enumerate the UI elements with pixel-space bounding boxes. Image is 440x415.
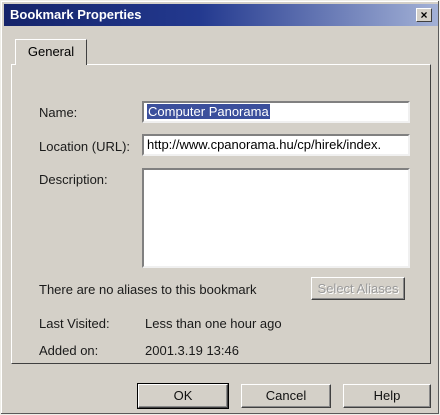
added-on-value: 2001.3.19 13:46 bbox=[145, 343, 239, 358]
title-bar[interactable]: Bookmark Properties × bbox=[4, 4, 438, 26]
window-title: Bookmark Properties bbox=[10, 7, 142, 22]
close-icon[interactable]: × bbox=[416, 8, 432, 22]
select-aliases-button[interactable]: Select Aliases bbox=[311, 277, 405, 300]
location-field[interactable]: http://www.cpanorama.hu/cp/hirek/index. bbox=[142, 134, 410, 156]
bookmark-properties-dialog: Bookmark Properties × General Name: Comp… bbox=[0, 0, 440, 415]
help-button[interactable]: Help bbox=[343, 384, 431, 408]
tab-general[interactable]: General bbox=[15, 39, 87, 65]
added-on-label: Added on: bbox=[39, 343, 99, 358]
tab-general-label: General bbox=[27, 44, 75, 59]
last-visited-value: Less than one hour ago bbox=[145, 316, 282, 331]
name-label: Name: bbox=[39, 105, 78, 120]
description-field[interactable] bbox=[142, 168, 410, 268]
name-field[interactable]: Computer Panorama bbox=[142, 101, 410, 123]
location-value: http://www.cpanorama.hu/cp/hirek/index. bbox=[147, 137, 382, 152]
last-visited-label: Last Visited: bbox=[39, 316, 110, 331]
name-value: Computer Panorama bbox=[147, 104, 270, 119]
cancel-button[interactable]: Cancel bbox=[241, 384, 331, 408]
aliases-text: There are no aliases to this bookmark bbox=[39, 282, 257, 297]
location-label: Location (URL): bbox=[39, 139, 131, 154]
description-label: Description: bbox=[39, 172, 108, 187]
ok-button[interactable]: OK bbox=[137, 383, 229, 409]
